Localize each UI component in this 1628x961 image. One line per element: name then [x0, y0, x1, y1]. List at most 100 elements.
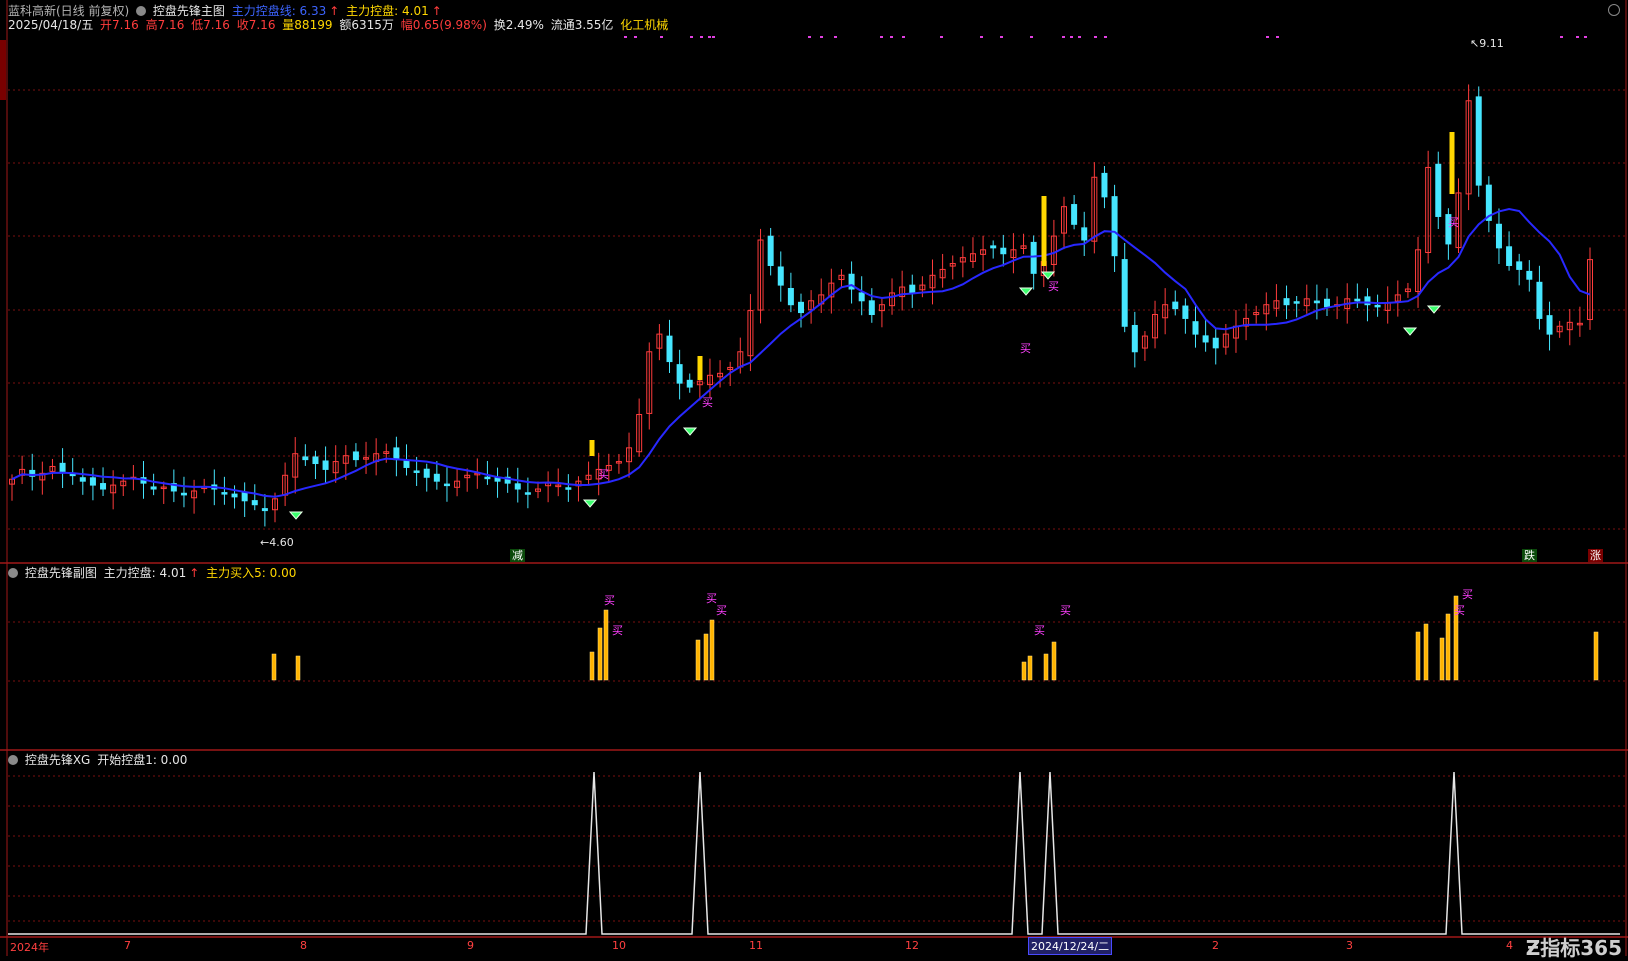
x-label-11: 11 — [749, 939, 763, 952]
x-label-2: 2 — [1212, 939, 1219, 952]
buy-label: 买 — [1020, 342, 1031, 355]
kline-chart[interactable]: 买买买买买买买买买买买买买 — [0, 0, 1628, 956]
candle-body — [676, 364, 683, 384]
sub2-title[interactable]: 控盘先锋XG — [25, 753, 91, 767]
candle-body — [413, 470, 420, 473]
start-kongpan-line — [8, 771, 1620, 935]
candle-body — [798, 301, 804, 314]
signal-dot — [902, 36, 905, 38]
x-selected-date[interactable]: 2024/12/24/二 — [1028, 937, 1113, 955]
candle-body — [1293, 301, 1300, 304]
signal-dot — [1104, 36, 1107, 38]
candle-body — [1192, 321, 1199, 335]
kongpan-highlight-bar — [589, 440, 595, 456]
sub1-kongpan-bar — [1415, 631, 1421, 681]
sub1-kongpan-bar — [589, 651, 595, 681]
candle-body — [787, 287, 794, 306]
sub1-buy5: 主力买入5: 0.00 — [206, 566, 297, 580]
signal-dot — [708, 36, 711, 38]
candle-body — [261, 508, 268, 512]
candle-body — [1172, 301, 1179, 310]
candle-body — [1101, 172, 1108, 198]
signal-dot — [980, 36, 983, 38]
low-price-label: ←4.60 — [260, 536, 294, 549]
candle-body — [1354, 298, 1361, 302]
sub1-kongpan-bar — [1043, 653, 1049, 681]
sub1-kongpan-bar — [1593, 631, 1599, 681]
signal-dot — [712, 36, 715, 38]
signal-dot — [880, 36, 883, 38]
sub1-buy-label: 买 — [604, 594, 615, 607]
signal-dot — [940, 36, 943, 38]
x-label-9: 9 — [467, 939, 474, 952]
candle-body — [423, 468, 430, 478]
candle-body — [59, 462, 66, 472]
die-badge: 跌 — [1522, 549, 1537, 562]
candle-body — [241, 492, 248, 502]
candle-body — [1202, 335, 1209, 343]
candle-body — [302, 456, 309, 461]
jian-badge: 减 — [510, 549, 525, 562]
sub2-toggle-icon[interactable] — [8, 755, 18, 765]
x-label-12: 12 — [905, 939, 919, 952]
candle-body — [1546, 315, 1553, 335]
candle-body — [433, 473, 440, 482]
buy-label: 买 — [1448, 216, 1459, 229]
buy-label: 买 — [598, 468, 609, 481]
candle-body — [777, 266, 784, 286]
sub1-kongpan-bar — [1423, 623, 1429, 681]
zhang-badge: 涨 — [1588, 549, 1603, 562]
signal-dot — [834, 36, 837, 38]
candle-body — [221, 492, 228, 495]
x-label-2024: 2024年 — [10, 941, 49, 954]
candle-body — [1071, 204, 1078, 225]
sub1-toggle-icon[interactable] — [8, 568, 18, 578]
kongpan-highlight-bar — [1449, 132, 1455, 194]
sub1-kongpan-bar — [1027, 655, 1033, 681]
signal-dot — [1560, 36, 1563, 38]
sub1-buy-label: 买 — [1454, 604, 1465, 617]
diamond-signal — [582, 499, 598, 508]
candle-body — [312, 456, 319, 465]
sub1-buy-label: 买 — [1060, 604, 1071, 617]
candle-body — [322, 460, 329, 470]
candle-body — [666, 335, 673, 363]
signal-dot — [1584, 36, 1587, 38]
candle-body — [1212, 337, 1219, 349]
candle-body — [1516, 261, 1523, 270]
diamond-signal — [1018, 287, 1034, 296]
x-label-8: 8 — [300, 939, 307, 952]
candle-body — [1111, 196, 1118, 257]
sub1-buy-label: 买 — [612, 624, 623, 637]
x-label-7: 7 — [124, 939, 131, 952]
signal-dot — [660, 36, 663, 38]
candle-body — [1506, 246, 1513, 266]
candle-body — [1283, 298, 1290, 306]
signal-dot — [624, 36, 627, 38]
signal-dot — [700, 36, 703, 38]
candle-body — [1435, 163, 1442, 217]
candle-body — [1475, 96, 1482, 186]
candle-body — [767, 235, 774, 266]
candle-body — [514, 483, 521, 490]
candle-body — [1324, 298, 1330, 308]
signal-dot — [1078, 36, 1081, 38]
sub1-kongpan-bar — [597, 627, 603, 681]
signal-dot — [1062, 36, 1065, 38]
sub1-title[interactable]: 控盘先锋副图 — [25, 566, 97, 580]
sub1-kongpan-bar — [709, 619, 715, 681]
signal-dot — [1276, 36, 1279, 38]
sub1-kongpan-bar — [1445, 613, 1451, 681]
signal-dot — [1000, 36, 1003, 38]
candle-body — [1536, 281, 1543, 319]
candle-body — [1121, 259, 1128, 327]
kongpan-ma-line — [11, 207, 1591, 498]
candle-body — [858, 292, 865, 302]
candle-body — [1000, 247, 1007, 255]
sub2-header: 控盘先锋XG 开始控盘1: 0.00 — [8, 753, 190, 767]
buy-label: 买 — [1048, 280, 1059, 293]
signal-dot — [690, 36, 693, 38]
diamond-signal — [288, 511, 304, 520]
candle-body — [393, 447, 400, 461]
signal-dot — [1030, 36, 1033, 38]
